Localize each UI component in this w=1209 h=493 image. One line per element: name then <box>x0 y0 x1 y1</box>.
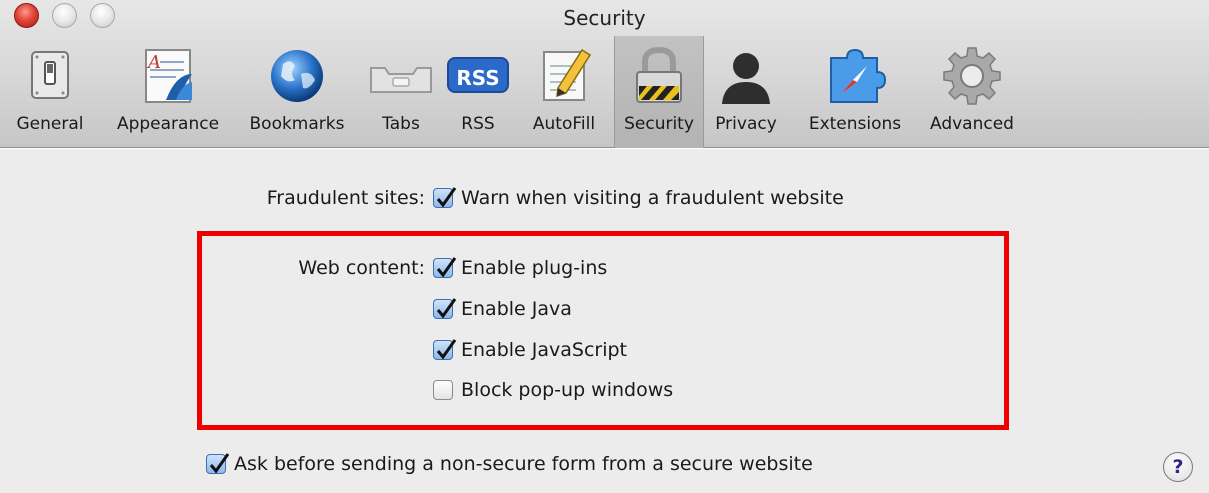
padlock-icon <box>636 46 682 103</box>
globe-icon <box>271 50 323 102</box>
tab-extensions[interactable]: Extensions <box>794 36 916 148</box>
autofill-pencil-icon <box>543 48 592 101</box>
checkmark-icon <box>436 187 457 208</box>
switch-icon <box>31 51 69 99</box>
fraudulent-sites-label: Fraudulent sites: <box>266 187 425 209</box>
svg-text:A: A <box>146 52 161 73</box>
tab-tabs[interactable]: Tabs <box>366 36 436 148</box>
title-toolbar-area: Security General A Appearance Bookmarks … <box>0 0 1209 148</box>
checkmark-icon <box>209 453 230 474</box>
tab-extensions-label: Extensions <box>808 114 902 134</box>
tabs-icon <box>370 67 432 93</box>
nonsecure-form-checkbox[interactable] <box>206 453 230 474</box>
window-title: Security <box>563 6 646 30</box>
tab-privacy-label: Privacy <box>715 114 777 134</box>
tab-appearance[interactable]: A Appearance <box>108 36 228 148</box>
tab-appearance-label: Appearance <box>116 114 220 134</box>
tab-bookmarks[interactable]: Bookmarks <box>236 36 358 148</box>
help-question-icon: ? <box>1172 456 1184 478</box>
tab-rss-label: RSS <box>461 114 495 134</box>
tab-rss[interactable]: RSS RSS <box>440 36 516 148</box>
tab-advanced-label: Advanced <box>930 114 1014 134</box>
tab-autofill[interactable]: AutoFill <box>518 36 610 148</box>
nonsecure-form-text: Ask before sending a non-secure form fro… <box>234 453 813 475</box>
highlight-rectangle <box>197 231 1009 430</box>
tab-general-label: General <box>16 114 84 134</box>
tab-tabs-label: Tabs <box>382 114 420 134</box>
tab-autofill-label: AutoFill <box>532 114 596 134</box>
tab-general[interactable]: General <box>6 36 94 148</box>
tab-bookmarks-label: Bookmarks <box>249 114 345 134</box>
preferences-toolbar: General A Appearance Bookmarks Tabs RSS … <box>0 36 1209 148</box>
warn-fraudulent-text: Warn when visiting a fraudulent website <box>461 187 844 209</box>
gear-icon <box>943 47 1001 105</box>
rss-badge-text: RSS <box>456 66 500 90</box>
nonsecure-form-row: Ask before sending a non-secure form fro… <box>206 449 813 479</box>
fraudulent-sites-row: Fraudulent sites: Warn when visiting a f… <box>160 183 844 213</box>
help-button[interactable]: ? <box>1163 452 1193 482</box>
appearance-icon: A <box>145 49 192 103</box>
person-silhouette-icon <box>722 53 770 104</box>
warn-fraudulent-checkbox[interactable] <box>433 187 457 208</box>
tab-security[interactable]: Security <box>614 36 704 148</box>
tab-advanced[interactable]: Advanced <box>920 36 1024 148</box>
puzzle-compass-icon <box>830 48 887 103</box>
security-pane: Fraudulent sites: Warn when visiting a f… <box>0 149 1209 493</box>
tab-privacy[interactable]: Privacy <box>706 36 786 148</box>
tab-security-label: Security <box>624 114 694 134</box>
preferences-window: Security General A Appearance Bookmarks … <box>0 0 1209 493</box>
